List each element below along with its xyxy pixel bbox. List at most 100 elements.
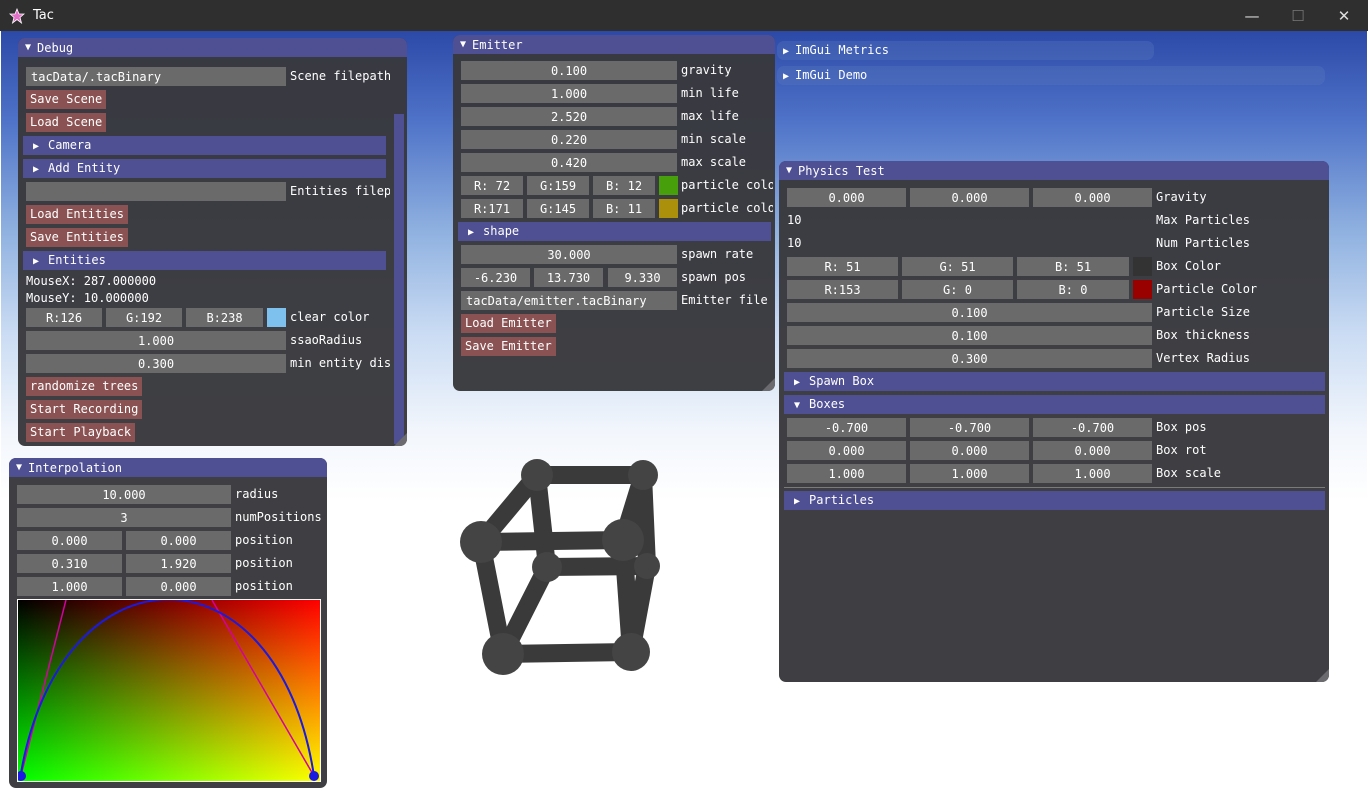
resize-grip[interactable]	[762, 378, 775, 391]
particles-header[interactable]: ▶ Particles	[784, 491, 1325, 510]
position-0-y[interactable]: 0.000	[126, 531, 231, 550]
particle-color-swatch[interactable]	[1133, 280, 1152, 299]
gravity-x[interactable]: 0.000	[787, 188, 906, 207]
save-emitter-button[interactable]: Save Emitter	[461, 337, 556, 356]
particle-color-1-swatch[interactable]	[659, 176, 678, 195]
viewport[interactable]: ▼ Debug tacData/.tacBinary Scene filepath…	[1, 31, 1367, 799]
position-2-y[interactable]: 0.000	[126, 577, 231, 596]
particle-color-2-g[interactable]: G:145	[527, 199, 589, 218]
boxes-header[interactable]: ▼ Boxes	[784, 395, 1325, 414]
min-scale-input[interactable]: 0.220	[461, 130, 677, 149]
debug-scrollbar[interactable]	[394, 114, 404, 444]
particle-size-label: Particle Size	[1156, 305, 1250, 319]
entities-filepath-input[interactable]	[26, 182, 286, 201]
debug-window[interactable]: ▼ Debug tacData/.tacBinary Scene filepath…	[18, 38, 407, 446]
load-scene-button[interactable]: Load Scene	[26, 113, 107, 132]
box-rot-y[interactable]: 0.000	[910, 441, 1029, 460]
imgui-metrics-window[interactable]: ▶ ImGui Metrics	[777, 41, 1154, 60]
camera-header[interactable]: ▶ Camera	[23, 136, 386, 155]
resize-grip[interactable]	[394, 433, 407, 446]
collapse-triangle-icon[interactable]: ▼	[460, 39, 466, 50]
resize-grip[interactable]	[1316, 669, 1329, 682]
interpolation-window-title[interactable]: ▼ Interpolation	[9, 458, 327, 477]
entities-header-label: Entities	[48, 253, 106, 267]
position-1-y[interactable]: 1.920	[126, 554, 231, 573]
particle-color-1-g[interactable]: G:159	[527, 176, 589, 195]
interpolation-window[interactable]: ▼ Interpolation 10.000 radius 3 numPositi…	[9, 458, 327, 788]
load-emitter-button[interactable]: Load Emitter	[461, 314, 556, 333]
max-scale-input[interactable]: 0.420	[461, 153, 677, 172]
min-entity-dist-input[interactable]: 0.300	[26, 354, 286, 373]
collapse-triangle-icon[interactable]: ▼	[16, 462, 22, 473]
box-pos-z[interactable]: -0.700	[1033, 418, 1152, 437]
min-life-input[interactable]: 1.000	[461, 84, 677, 103]
minimize-button[interactable]: —	[1229, 0, 1275, 31]
box-scale-x[interactable]: 1.000	[787, 464, 906, 483]
box-rot-x[interactable]: 0.000	[787, 441, 906, 460]
max-life-input[interactable]: 2.520	[461, 107, 677, 126]
start-recording-button[interactable]: Start Recording	[26, 400, 143, 419]
spawn-rate-input[interactable]: 30.000	[461, 245, 677, 264]
box-pos-y[interactable]: -0.700	[910, 418, 1029, 437]
spawn-box-header-label: Spawn Box	[809, 374, 875, 388]
box-thickness-input[interactable]: 0.100	[787, 326, 1152, 345]
position-1-x[interactable]: 0.310	[17, 554, 122, 573]
box-color-swatch[interactable]	[1133, 257, 1152, 276]
particle-color-r[interactable]: R:153	[787, 280, 898, 299]
num-positions-input[interactable]: 3	[17, 508, 231, 527]
radius-input[interactable]: 10.000	[17, 485, 231, 504]
gravity-input[interactable]: 0.100	[461, 61, 677, 80]
vertex-radius-input[interactable]: 0.300	[787, 349, 1152, 368]
clear-color-swatch[interactable]	[267, 308, 286, 327]
save-entities-button[interactable]: Save Entities	[26, 228, 128, 247]
entities-header[interactable]: ▶ Entities	[23, 251, 386, 270]
box-color-r[interactable]: R: 51	[787, 257, 898, 276]
box-scale-y[interactable]: 1.000	[910, 464, 1029, 483]
collapse-triangle-icon[interactable]: ▼	[786, 165, 792, 176]
spawn-pos-z[interactable]: 9.330	[608, 268, 677, 287]
spawn-pos-y[interactable]: 13.730	[534, 268, 603, 287]
box-color-b[interactable]: B: 51	[1017, 257, 1129, 276]
box-scale-z[interactable]: 1.000	[1033, 464, 1152, 483]
physics-window-title[interactable]: ▼ Physics Test	[779, 161, 1329, 180]
position-0-x[interactable]: 0.000	[17, 531, 122, 550]
position-2-x[interactable]: 1.000	[17, 577, 122, 596]
add-entity-header[interactable]: ▶ Add Entity	[23, 159, 386, 178]
interpolation-curve-canvas[interactable]	[17, 599, 321, 782]
save-scene-button[interactable]: Save Scene	[26, 90, 107, 109]
emitter-window[interactable]: ▼ Emitter 0.100 gravity 1.000 min life 2.…	[453, 35, 775, 391]
clear-color-g[interactable]: G:192	[106, 308, 182, 327]
scene-filepath-input[interactable]: tacData/.tacBinary	[26, 67, 286, 86]
particle-color-1-b[interactable]: B: 12	[593, 176, 655, 195]
particles-header-label: Particles	[809, 493, 875, 507]
load-entities-button[interactable]: Load Entities	[26, 205, 128, 224]
collapse-triangle-icon[interactable]: ▼	[25, 42, 31, 53]
gravity-y[interactable]: 0.000	[910, 188, 1029, 207]
emitter-window-title[interactable]: ▼ Emitter	[453, 35, 775, 54]
particle-size-input[interactable]: 0.100	[787, 303, 1152, 322]
randomize-trees-button[interactable]: randomize trees	[26, 377, 143, 396]
particle-color-b[interactable]: B: 0	[1017, 280, 1129, 299]
particle-color-1-r[interactable]: R: 72	[461, 176, 523, 195]
box-color-g[interactable]: G: 51	[902, 257, 1013, 276]
spawn-box-header[interactable]: ▶ Spawn Box	[784, 372, 1325, 391]
clear-color-r[interactable]: R:126	[26, 308, 102, 327]
spawn-pos-x[interactable]: -6.230	[461, 268, 530, 287]
particle-color-2-r[interactable]: R:171	[461, 199, 523, 218]
box-pos-x[interactable]: -0.700	[787, 418, 906, 437]
debug-window-title[interactable]: ▼ Debug	[18, 38, 407, 57]
particle-color-2-b[interactable]: B: 11	[593, 199, 655, 218]
shape-header[interactable]: ▶ shape	[458, 222, 771, 241]
physics-test-window[interactable]: ▼ Physics Test 0.000 0.000 0.000 Gravity …	[779, 161, 1329, 682]
emitter-file-input[interactable]: tacData/emitter.tacBinary	[461, 291, 677, 310]
gravity-z[interactable]: 0.000	[1033, 188, 1152, 207]
imgui-demo-window[interactable]: ▶ ImGui Demo	[777, 66, 1325, 85]
particle-color-g[interactable]: G: 0	[902, 280, 1013, 299]
ssao-radius-input[interactable]: 1.000	[26, 331, 286, 350]
clear-color-b[interactable]: B:238	[186, 308, 263, 327]
box-rot-z[interactable]: 0.000	[1033, 441, 1152, 460]
maximize-button[interactable]: ☐	[1275, 0, 1321, 31]
close-button[interactable]: ✕	[1321, 0, 1367, 31]
start-playback-button[interactable]: Start Playback	[26, 423, 136, 442]
particle-color-2-swatch[interactable]	[659, 199, 678, 218]
